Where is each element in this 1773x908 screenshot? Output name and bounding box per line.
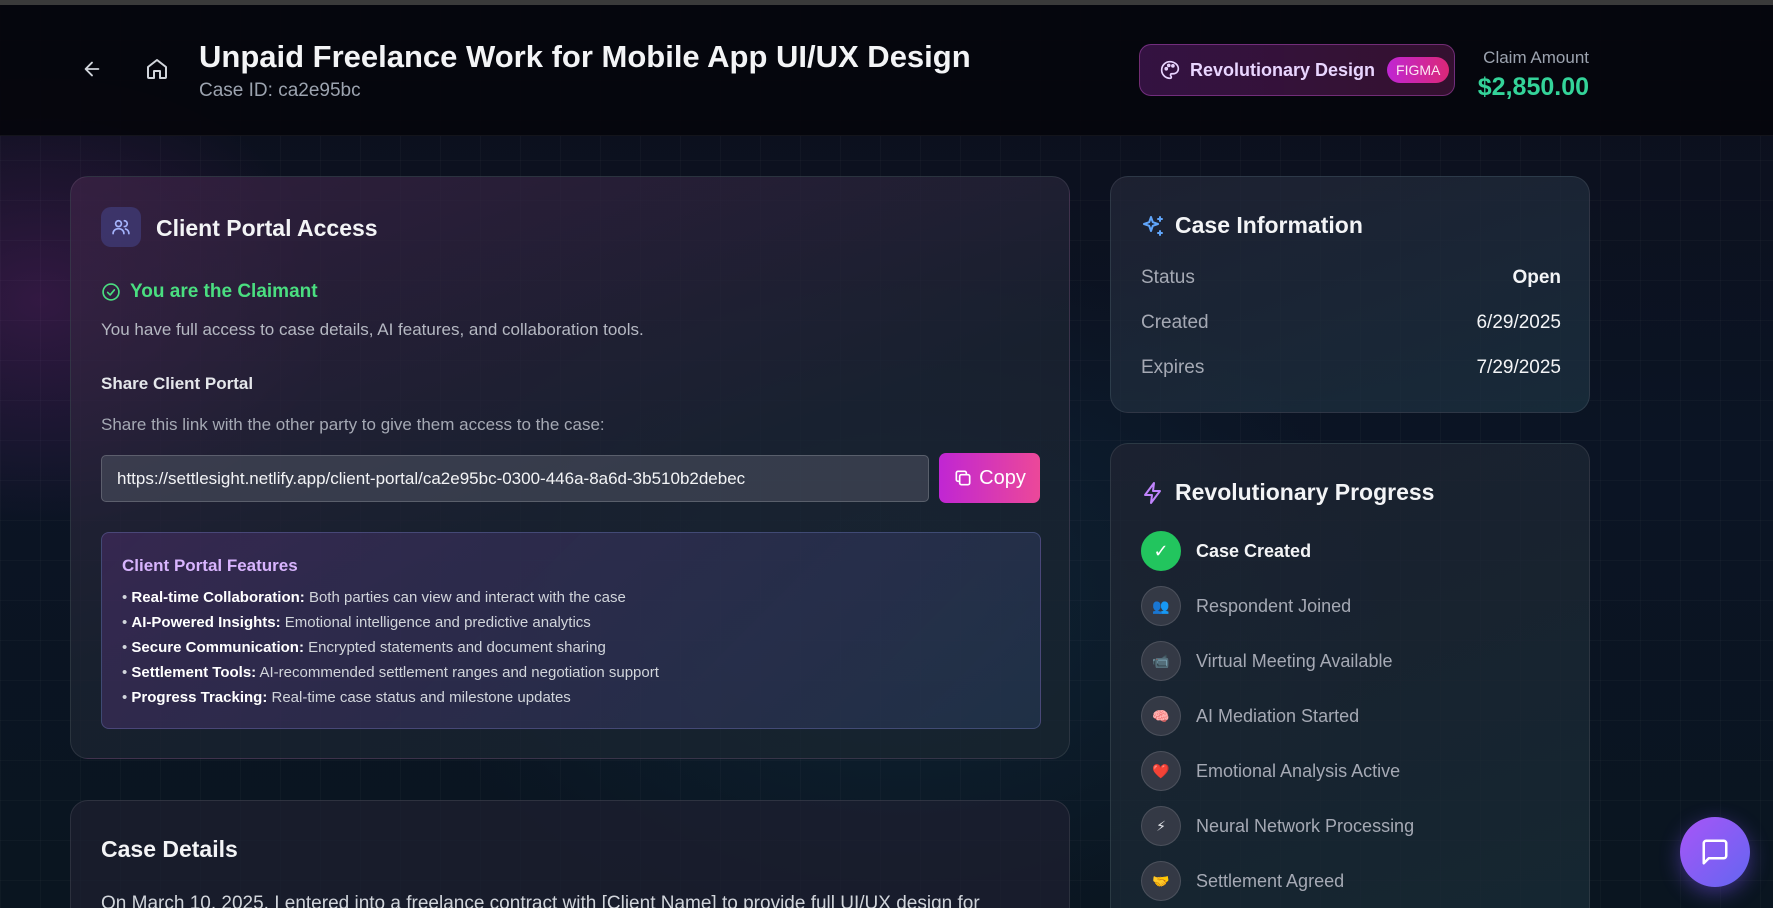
share-portal-description: Share this link with the other party to … bbox=[101, 415, 605, 434]
video-camera-icon: 📹 bbox=[1141, 641, 1181, 681]
feature-item: • Settlement Tools: AI-recommended settl… bbox=[122, 664, 659, 681]
people-icon: 👥 bbox=[1141, 586, 1181, 626]
home-icon bbox=[147, 59, 167, 79]
progress-header: Revolutionary Progress bbox=[1141, 479, 1434, 506]
feature-item: • Secure Communication: Encrypted statem… bbox=[122, 639, 606, 656]
feature-desc: Real-time case status and milestone upda… bbox=[271, 689, 571, 706]
copy-link-button[interactable]: Copy bbox=[939, 453, 1040, 503]
feature-item: • Real-time Collaboration: Both parties … bbox=[122, 589, 626, 606]
progress-step-settlement-agreed: 🤝 Settlement Agreed bbox=[1141, 861, 1344, 901]
feature-name: Settlement Tools: bbox=[131, 664, 257, 681]
check-circle-icon bbox=[102, 283, 120, 301]
progress-step-neural-network: ⚡ Neural Network Processing bbox=[1141, 806, 1414, 846]
check-icon: ✓ bbox=[1141, 531, 1181, 571]
step-label: Emotional Analysis Active bbox=[1196, 760, 1401, 781]
step-label: Virtual Meeting Available bbox=[1196, 650, 1393, 671]
progress-step-ai-mediation: 🧠 AI Mediation Started bbox=[1141, 696, 1359, 736]
step-label: Settlement Agreed bbox=[1196, 870, 1345, 891]
home-button[interactable] bbox=[143, 55, 171, 83]
progress-step-emotional-analysis: ❤️ Emotional Analysis Active bbox=[1141, 751, 1400, 791]
lightning-icon bbox=[1144, 481, 1161, 504]
info-key: Created bbox=[1141, 312, 1209, 333]
feature-name: Real-time Collaboration: bbox=[131, 589, 305, 606]
palette-icon bbox=[1160, 60, 1180, 80]
back-button[interactable] bbox=[78, 55, 106, 83]
feature-name: Progress Tracking: bbox=[131, 689, 268, 706]
info-key: Expires bbox=[1141, 357, 1205, 378]
progress-title: Revolutionary Progress bbox=[1175, 479, 1435, 505]
figma-tag: FIGMA bbox=[1387, 57, 1450, 83]
claimant-text: You are the Claimant bbox=[130, 281, 318, 302]
feature-item: • AI-Powered Insights: Emotional intelli… bbox=[122, 614, 591, 631]
handshake-icon: 🤝 bbox=[1141, 861, 1181, 901]
feature-desc: Emotional intelligence and predictive an… bbox=[284, 614, 591, 631]
created-value: 6/29/2025 bbox=[1476, 312, 1561, 333]
feature-name: Secure Communication: bbox=[131, 639, 304, 656]
client-portal-card: Client Portal Access You are the Claiman… bbox=[70, 176, 1070, 759]
features-title: Client Portal Features bbox=[122, 556, 298, 575]
portal-title: Client Portal Access bbox=[156, 215, 378, 241]
expires-value: 7/29/2025 bbox=[1476, 357, 1561, 378]
status-value: Open bbox=[1512, 267, 1561, 288]
step-label: AI Mediation Started bbox=[1196, 705, 1360, 726]
design-badge: Revolutionary Design FIGMA bbox=[1139, 44, 1455, 96]
bolt-icon: ⚡ bbox=[1141, 806, 1181, 846]
page-header: Unpaid Freelance Work for Mobile App UI/… bbox=[0, 5, 1773, 136]
copy-button-label: Copy bbox=[979, 466, 1026, 489]
step-label: Respondent Joined bbox=[1196, 595, 1352, 616]
info-row-expires: Expires 7/29/2025 bbox=[1141, 357, 1561, 379]
progress-step-case-created: ✓ Case Created bbox=[1141, 531, 1311, 571]
feature-desc: AI-recommended settlement ranges and neg… bbox=[259, 664, 659, 681]
feature-desc: Both parties can view and interact with … bbox=[308, 589, 626, 606]
chat-button[interactable] bbox=[1680, 817, 1750, 887]
progress-step-respondent-joined: 👥 Respondent Joined bbox=[1141, 586, 1351, 626]
feature-item: • Progress Tracking: Real-time case stat… bbox=[122, 689, 571, 706]
arrow-left-icon bbox=[84, 61, 100, 77]
copy-icon bbox=[955, 470, 971, 486]
step-label: Case Created bbox=[1196, 540, 1312, 561]
chat-bubble-icon bbox=[1702, 839, 1728, 865]
portal-link-input[interactable] bbox=[101, 455, 929, 502]
share-portal-title: Share Client Portal bbox=[101, 374, 254, 393]
sparkles-icon bbox=[1143, 215, 1163, 236]
heart-icon: ❤️ bbox=[1141, 751, 1181, 791]
case-details-card: Case Details On March 10, 2025, I entere… bbox=[70, 800, 1070, 908]
info-row-status: Status Open bbox=[1141, 267, 1561, 289]
design-badge-label: Revolutionary Design bbox=[1190, 59, 1376, 80]
case-details-text: On March 10, 2025, I entered into a free… bbox=[101, 893, 980, 908]
info-row-created: Created 6/29/2025 bbox=[1141, 312, 1561, 334]
info-key: Status bbox=[1141, 267, 1195, 288]
page-title: Unpaid Freelance Work for Mobile App UI/… bbox=[199, 39, 971, 74]
feature-name: AI-Powered Insights: bbox=[131, 614, 281, 631]
users-icon bbox=[112, 219, 130, 235]
access-description: You have full access to case details, AI… bbox=[101, 320, 644, 339]
brain-icon: 🧠 bbox=[1141, 696, 1181, 736]
progress-step-virtual-meeting: 📹 Virtual Meeting Available bbox=[1141, 641, 1392, 681]
case-information-header: Case Information bbox=[1141, 212, 1363, 239]
portal-features-box: Client Portal Features • Real-time Colla… bbox=[101, 532, 1041, 729]
case-details-title: Case Details bbox=[101, 836, 238, 862]
claim-amount-value: $2,850.00 bbox=[1477, 73, 1589, 101]
revolutionary-progress-card: Revolutionary Progress ✓ Case Created 👥 … bbox=[1110, 443, 1590, 908]
users-icon-wrap bbox=[101, 207, 141, 247]
case-id: Case ID: ca2e95bc bbox=[199, 80, 361, 101]
feature-desc: Encrypted statements and document sharin… bbox=[308, 639, 606, 656]
step-label: Neural Network Processing bbox=[1196, 815, 1415, 836]
claim-amount-label: Claim Amount bbox=[1483, 48, 1589, 67]
claimant-status: You are the Claimant bbox=[101, 281, 318, 303]
case-information-card: Case Information Status Open Created 6/2… bbox=[1110, 176, 1590, 413]
case-information-title: Case Information bbox=[1175, 212, 1363, 238]
